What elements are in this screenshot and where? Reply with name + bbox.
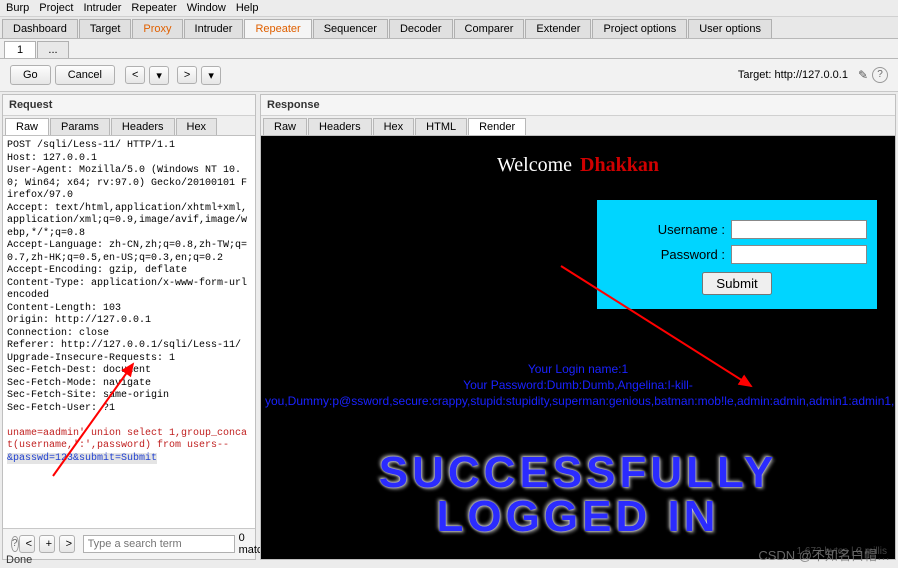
cancel-button[interactable]: Cancel bbox=[55, 65, 115, 85]
request-search-row: ? < + > 0 matches bbox=[3, 528, 255, 559]
request-tab-headers[interactable]: Headers bbox=[111, 118, 175, 135]
password-label: Password : bbox=[661, 247, 725, 262]
repeater-tab-0[interactable]: 1 bbox=[4, 41, 36, 58]
main-tab-target[interactable]: Target bbox=[79, 19, 132, 38]
request-tab-hex[interactable]: Hex bbox=[176, 118, 218, 135]
menu-burp[interactable]: Burp bbox=[6, 2, 29, 14]
username-label: Username : bbox=[658, 222, 725, 237]
search-prev-button[interactable]: < bbox=[19, 535, 35, 553]
response-tab-hex[interactable]: Hex bbox=[373, 118, 415, 135]
menu-project[interactable]: Project bbox=[39, 2, 73, 14]
username-input[interactable] bbox=[731, 220, 867, 239]
repeater-tab-1[interactable]: ... bbox=[37, 41, 69, 58]
watermark: CSDN @不知名白帽… bbox=[758, 545, 890, 564]
search-input[interactable] bbox=[83, 535, 235, 553]
target-label: Target: http://127.0.0.1 bbox=[738, 69, 848, 81]
request-title: Request bbox=[3, 95, 255, 116]
repeater-sub-tabs: 1... bbox=[0, 39, 898, 59]
menu-help[interactable]: Help bbox=[236, 2, 259, 14]
request-tab-params[interactable]: Params bbox=[50, 118, 110, 135]
status-bar: Done bbox=[6, 554, 32, 566]
response-tabs: RawHeadersHexHTMLRender bbox=[261, 116, 895, 136]
prev-button[interactable]: < bbox=[125, 66, 145, 84]
go-button[interactable]: Go bbox=[10, 65, 51, 85]
main-tab-comparer[interactable]: Comparer bbox=[454, 19, 525, 38]
request-tabs: RawParamsHeadersHex bbox=[3, 116, 255, 136]
login-form: Username : Password : Submit bbox=[597, 200, 877, 309]
menu-repeater[interactable]: Repeater bbox=[131, 2, 176, 14]
response-title: Response bbox=[261, 95, 895, 116]
login-result-text: Your Login name:1 Your Password:Dumb:Dum… bbox=[261, 361, 895, 410]
response-tab-headers[interactable]: Headers bbox=[308, 118, 372, 135]
main-tab-decoder[interactable]: Decoder bbox=[389, 19, 453, 38]
main-tab-user-options[interactable]: User options bbox=[688, 19, 772, 38]
help-icon[interactable]: ? bbox=[872, 67, 888, 83]
prev-dd-button[interactable]: ▾ bbox=[149, 66, 169, 85]
main-tabs: DashboardTargetProxyIntruderRepeaterSequ… bbox=[0, 17, 898, 39]
menubar: Burp Project Intruder Repeater Window Help bbox=[0, 0, 898, 17]
toolbar: Go Cancel < ▾ > ▾ Target: http://127.0.0… bbox=[0, 59, 898, 92]
edit-target-icon[interactable]: ✎ bbox=[858, 68, 868, 82]
search-add-button[interactable]: + bbox=[39, 535, 55, 553]
main-tab-extender[interactable]: Extender bbox=[525, 19, 591, 38]
next-dd-button[interactable]: ▾ bbox=[201, 66, 221, 85]
response-tab-html[interactable]: HTML bbox=[415, 118, 467, 135]
response-render: WelcomeDhakkan Username : Password : Sub… bbox=[261, 136, 895, 559]
main-tab-dashboard[interactable]: Dashboard bbox=[2, 19, 78, 38]
success-banner: SUCCESSFULLY LOGGED IN bbox=[261, 451, 895, 539]
password-input[interactable] bbox=[731, 245, 867, 264]
main-tab-project-options[interactable]: Project options bbox=[592, 19, 687, 38]
response-tab-raw[interactable]: Raw bbox=[263, 118, 307, 135]
main-tab-repeater[interactable]: Repeater bbox=[244, 19, 311, 38]
submit-button[interactable]: Submit bbox=[702, 272, 771, 295]
request-raw-body[interactable]: POST /sqli/Less-11/ HTTP/1.1 Host: 127.0… bbox=[3, 136, 255, 528]
response-pane: Response RawHeadersHexHTMLRender Welcome… bbox=[260, 94, 896, 560]
welcome-heading: WelcomeDhakkan bbox=[261, 154, 895, 177]
request-tab-raw[interactable]: Raw bbox=[5, 118, 49, 135]
next-button[interactable]: > bbox=[177, 66, 197, 84]
search-next-button[interactable]: > bbox=[59, 535, 75, 553]
menu-window[interactable]: Window bbox=[187, 2, 226, 14]
search-help-icon[interactable]: ? bbox=[11, 536, 19, 552]
menu-intruder[interactable]: Intruder bbox=[84, 2, 122, 14]
main-tab-sequencer[interactable]: Sequencer bbox=[313, 19, 388, 38]
request-pane: Request RawParamsHeadersHex POST /sqli/L… bbox=[2, 94, 256, 560]
main-tab-intruder[interactable]: Intruder bbox=[184, 19, 244, 38]
main-tab-proxy[interactable]: Proxy bbox=[132, 19, 182, 38]
response-tab-render[interactable]: Render bbox=[468, 118, 526, 135]
